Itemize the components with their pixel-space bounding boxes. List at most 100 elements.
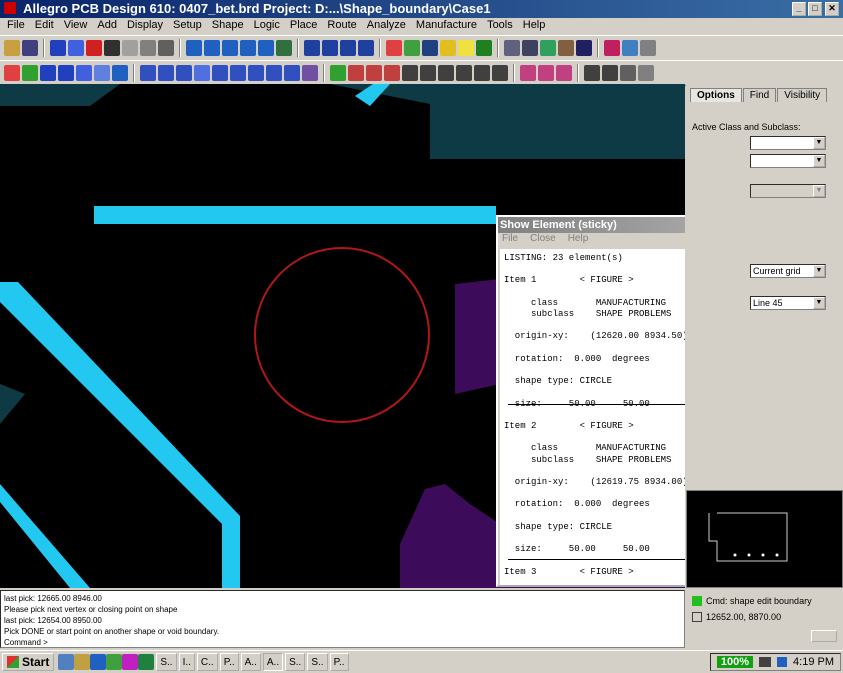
redraw-icon[interactable] — [276, 40, 292, 56]
menu-analyze[interactable]: Analyze — [362, 18, 411, 34]
text-icon[interactable] — [602, 65, 618, 81]
forward-icon[interactable] — [158, 40, 174, 56]
3d-icon[interactable] — [576, 40, 592, 56]
show-menu-help[interactable]: Help — [568, 233, 589, 247]
quicklaunch-icon[interactable] — [138, 654, 155, 670]
shape-select-icon[interactable] — [194, 65, 210, 81]
add-text-icon[interactable] — [340, 40, 356, 56]
tab-find[interactable]: Find — [742, 88, 777, 102]
menu-route[interactable]: Route — [322, 18, 361, 34]
angle-icon[interactable] — [402, 65, 418, 81]
merge-shapes-icon[interactable] — [302, 65, 318, 81]
chamfer-icon[interactable] — [456, 65, 472, 81]
add-line-icon[interactable] — [304, 40, 320, 56]
rotate-icon[interactable] — [584, 65, 600, 81]
menu-logic[interactable]: Logic — [249, 18, 285, 34]
dehighlight-icon[interactable] — [458, 40, 474, 56]
edit-boundary-icon[interactable] — [266, 65, 282, 81]
task-button[interactable]: P.. — [219, 653, 239, 671]
design-canvas[interactable]: Show Element (sticky) _ □ ✕ File Close H… — [0, 84, 685, 588]
void-circle-icon[interactable] — [248, 65, 264, 81]
delete-icon[interactable] — [86, 40, 102, 56]
menu-add[interactable]: Add — [92, 18, 122, 34]
command-console[interactable]: last pick: 12665.00 8946.00 Please pick … — [0, 590, 685, 648]
quicklaunch-icon[interactable] — [58, 654, 75, 670]
task-button[interactable]: C.. — [196, 653, 218, 671]
move-icon[interactable] — [50, 40, 66, 56]
start-button[interactable]: Start — [2, 653, 55, 671]
ruler-icon[interactable] — [620, 65, 636, 81]
shape-rect-icon[interactable] — [158, 65, 174, 81]
show-menu-file[interactable]: File — [502, 233, 518, 247]
menu-help[interactable]: Help — [518, 18, 551, 34]
menu-place[interactable]: Place — [285, 18, 323, 34]
command-prompt[interactable]: Command > — [4, 637, 681, 648]
property-icon[interactable] — [604, 40, 620, 56]
task-button[interactable]: I.. — [178, 653, 195, 671]
fillet-icon[interactable] — [474, 65, 490, 81]
highlight-icon[interactable] — [440, 40, 456, 56]
tab-options[interactable]: Options — [690, 88, 742, 102]
clock[interactable]: 4:19 PM — [793, 656, 834, 668]
route-icon[interactable] — [4, 65, 20, 81]
vertex-icon[interactable] — [94, 65, 110, 81]
menu-edit[interactable]: Edit — [30, 18, 59, 34]
measure-icon[interactable] — [476, 40, 492, 56]
dimension-icon[interactable] — [348, 65, 364, 81]
layer-icon[interactable] — [404, 40, 420, 56]
void-icon[interactable] — [212, 65, 228, 81]
quicklaunch-icon[interactable] — [74, 654, 91, 670]
maximize-button[interactable]: □ — [808, 2, 822, 16]
network-icon[interactable] — [777, 657, 788, 667]
minimize-button[interactable]: _ — [792, 2, 806, 16]
report-icon[interactable] — [638, 65, 654, 81]
waive-icon[interactable] — [556, 65, 572, 81]
task-button[interactable]: P.. — [329, 653, 349, 671]
film-icon[interactable] — [540, 40, 556, 56]
place-icon[interactable] — [330, 65, 346, 81]
quicklaunch-icon[interactable] — [90, 654, 107, 670]
task-button[interactable]: S.. — [285, 653, 306, 671]
shadow-icon[interactable] — [558, 40, 574, 56]
zoom-prev-icon[interactable] — [240, 40, 256, 56]
add-arc-icon[interactable] — [358, 40, 374, 56]
quicklaunch-icon[interactable] — [106, 654, 123, 670]
menu-setup[interactable]: Setup — [168, 18, 207, 34]
menu-display[interactable]: Display — [122, 18, 168, 34]
arc-icon[interactable] — [420, 65, 436, 81]
shape-add-icon[interactable] — [140, 65, 156, 81]
zoom-in-icon[interactable] — [186, 40, 202, 56]
select-icon[interactable] — [622, 40, 638, 56]
copy-icon[interactable] — [68, 40, 84, 56]
subclass-combo[interactable]: ▼ — [750, 154, 826, 168]
open-icon[interactable] — [4, 40, 20, 56]
show-element-listing[interactable]: LISTING: 23 element(s) Item 1 < FIGURE > … — [500, 249, 685, 585]
dimension-2-icon[interactable] — [366, 65, 382, 81]
menu-tools[interactable]: Tools — [482, 18, 518, 34]
slide-icon[interactable] — [40, 65, 56, 81]
custom-smooth-icon[interactable] — [76, 65, 92, 81]
menu-file[interactable]: File — [2, 18, 30, 34]
task-button[interactable]: A.. — [240, 653, 261, 671]
undo-icon[interactable] — [104, 40, 120, 56]
segment-combo[interactable]: Line 45 ▼ — [750, 296, 826, 310]
task-button[interactable]: S.. — [307, 653, 328, 671]
circle-icon[interactable] — [438, 65, 454, 81]
drc-update-icon[interactable] — [538, 65, 554, 81]
task-button[interactable]: S.. — [156, 653, 177, 671]
shape-fill-combo[interactable]: ▼ — [750, 184, 826, 198]
save-icon[interactable] — [22, 40, 38, 56]
menu-manufacture[interactable]: Manufacture — [411, 18, 482, 34]
drc-icon[interactable] — [520, 65, 536, 81]
help-icon[interactable] — [640, 40, 656, 56]
void-rect-icon[interactable] — [230, 65, 246, 81]
add-rect-icon[interactable] — [322, 40, 338, 56]
spread-icon[interactable] — [112, 65, 128, 81]
display-icon[interactable] — [522, 40, 538, 56]
symbol-icon[interactable] — [492, 65, 508, 81]
show-element-titlebar[interactable]: Show Element (sticky) _ □ ✕ — [498, 217, 685, 233]
delay-tune-icon[interactable] — [58, 65, 74, 81]
delete-void-icon[interactable] — [284, 65, 300, 81]
close-button[interactable]: ✕ — [825, 2, 839, 16]
tab-visibility[interactable]: Visibility — [777, 88, 828, 102]
